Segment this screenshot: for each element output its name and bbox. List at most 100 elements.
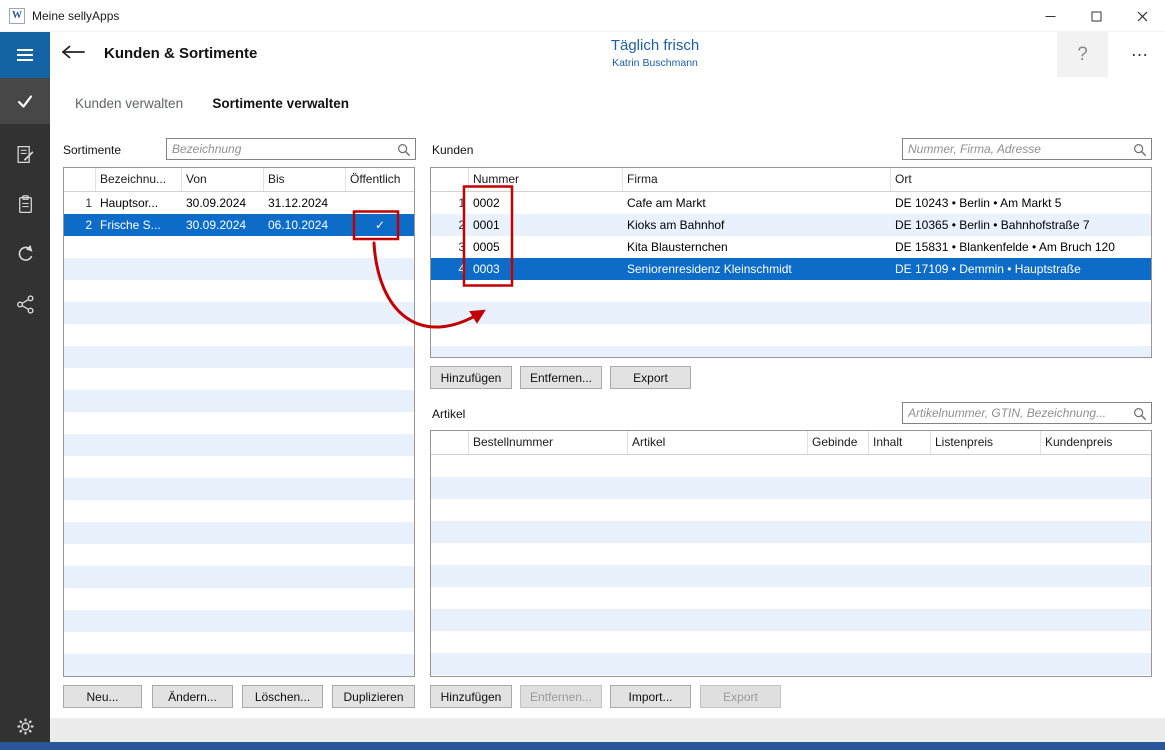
kunden-export-button[interactable]: Export — [610, 366, 691, 389]
maximize-icon — [1091, 11, 1102, 22]
artikel-hinzufuegen-button[interactable]: Hinzufügen — [430, 685, 512, 708]
artikel-table-body — [431, 455, 1151, 677]
tab-bar: Kunden verwalten Sortimente verwalten — [75, 96, 375, 111]
sortimente-table-header: Bezeichnu... Von Bis Öffentlich — [64, 168, 414, 192]
empty-row — [431, 324, 1151, 346]
cell-nummer: 0005 — [469, 236, 623, 258]
kunden-row[interactable]: 1 0002 Cafe am Markt DE 10243 • Berlin •… — [431, 192, 1151, 214]
column-header-gebinde[interactable]: Gebinde — [808, 431, 869, 454]
sortimente-row-selected[interactable]: 2 Frische S... 30.09.2024 06.10.2024 ✓ — [64, 214, 414, 236]
loeschen-button[interactable]: Löschen... — [242, 685, 323, 708]
column-header-inhalt[interactable]: Inhalt — [869, 431, 931, 454]
empty-row — [64, 676, 414, 677]
more-button[interactable]: … — [1122, 40, 1158, 64]
form-pen-icon — [15, 144, 36, 165]
bottom-accent-bar — [0, 742, 1165, 750]
cell-firma: Kioks am Bahnhof — [623, 214, 891, 236]
empty-row — [431, 346, 1151, 358]
sidebar-item-share[interactable] — [0, 282, 50, 326]
column-header-oeffentlich[interactable]: Öffentlich — [346, 168, 414, 191]
empty-row — [431, 565, 1151, 587]
sidebar-item-sync[interactable] — [0, 232, 50, 276]
kunden-hinzufuegen-button[interactable]: Hinzufügen — [430, 366, 512, 389]
page-title: Kunden & Sortimente — [104, 45, 257, 62]
empty-row — [431, 675, 1151, 677]
kunden-table-body: 1 0002 Cafe am Markt DE 10243 • Berlin •… — [431, 192, 1151, 358]
app-window: W Meine sellyApps — [0, 0, 1165, 750]
column-header-bestellnummer[interactable]: Bestellnummer — [469, 431, 628, 454]
back-button[interactable] — [60, 44, 90, 64]
magnifier-icon — [1133, 407, 1147, 421]
empty-row — [64, 302, 414, 324]
kunden-search-input[interactable] — [908, 140, 1130, 158]
empty-row — [431, 280, 1151, 302]
kunden-row-selected[interactable]: 4 0003 Seniorenresidenz Kleinschmidt DE … — [431, 258, 1151, 280]
column-header-ort[interactable]: Ort — [891, 168, 1151, 191]
tab-sortimente-verwalten[interactable]: Sortimente verwalten — [212, 96, 349, 111]
column-header-rownum — [64, 168, 96, 191]
aendern-button[interactable]: Ändern... — [152, 685, 233, 708]
column-header-artikel[interactable]: Artikel — [628, 431, 808, 454]
minimize-icon — [1045, 11, 1056, 22]
kunden-search-box — [902, 138, 1152, 160]
empty-row — [64, 610, 414, 632]
empty-row — [431, 653, 1151, 675]
help-button[interactable]: ? — [1057, 32, 1108, 77]
empty-row — [64, 500, 414, 522]
column-header-nummer[interactable]: Nummer — [469, 168, 623, 191]
sortimente-table: Bezeichnu... Von Bis Öffentlich 1 Haupts… — [63, 167, 415, 677]
column-header-von[interactable]: Von — [182, 168, 264, 191]
magnifier-icon — [397, 143, 411, 157]
hamburger-menu-button[interactable] — [0, 32, 50, 78]
neu-button[interactable]: Neu... — [63, 685, 142, 708]
tab-kunden-verwalten[interactable]: Kunden verwalten — [75, 96, 183, 111]
sidebar-item-listen[interactable] — [0, 182, 50, 226]
cell-firma: Cafe am Markt — [623, 192, 891, 214]
cell-rownum: 2 — [64, 214, 96, 236]
cell-bezeichnung: Hauptsor... — [96, 192, 182, 214]
column-header-kundenpreis[interactable]: Kundenpreis — [1041, 431, 1151, 454]
window-title: Meine sellyApps — [32, 9, 119, 23]
column-header-listenpreis[interactable]: Listenpreis — [931, 431, 1041, 454]
column-header-bis[interactable]: Bis — [264, 168, 346, 191]
minimize-button[interactable] — [1027, 0, 1073, 32]
account-info[interactable]: Täglich frisch Katrin Buschmann — [505, 37, 805, 69]
artikel-search-input[interactable] — [908, 404, 1130, 422]
empty-row — [431, 521, 1151, 543]
sortimente-section-label: Sortimente — [63, 143, 121, 157]
empty-row — [64, 280, 414, 302]
empty-row — [64, 456, 414, 478]
app-icon: W — [9, 8, 25, 24]
kunden-row[interactable]: 3 0005 Kita Blausternchen DE 15831 • Bla… — [431, 236, 1151, 258]
duplizieren-button[interactable]: Duplizieren — [332, 685, 415, 708]
maximize-button[interactable] — [1073, 0, 1119, 32]
close-button[interactable] — [1119, 0, 1165, 32]
artikel-search-box — [902, 402, 1152, 424]
account-title: Täglich frisch — [505, 37, 805, 54]
cell-ort: DE 15831 • Blankenfelde • Am Bruch 120 — [891, 236, 1151, 258]
column-header-bezeichnung[interactable]: Bezeichnu... — [96, 168, 182, 191]
kunden-row[interactable]: 2 0001 Kioks am Bahnhof DE 10365 • Berli… — [431, 214, 1151, 236]
sortimente-search-input[interactable] — [172, 140, 394, 158]
close-icon — [1137, 11, 1148, 22]
cell-von: 30.09.2024 — [182, 214, 264, 236]
sortimente-row[interactable]: 1 Hauptsor... 30.09.2024 31.12.2024 — [64, 192, 414, 214]
kunden-table: Nummer Firma Ort 1 0002 Cafe am Markt DE… — [430, 167, 1152, 358]
empty-row — [64, 390, 414, 412]
sortimente-table-body: 1 Hauptsor... 30.09.2024 31.12.2024 2 Fr… — [64, 192, 414, 677]
column-header-firma[interactable]: Firma — [623, 168, 891, 191]
empty-row — [431, 302, 1151, 324]
empty-row — [431, 499, 1151, 521]
sync-icon — [15, 244, 36, 265]
artikel-import-button[interactable]: Import... — [610, 685, 691, 708]
artikel-table-header: Bestellnummer Artikel Gebinde Inhalt Lis… — [431, 431, 1151, 455]
empty-row — [431, 587, 1151, 609]
kunden-section-label: Kunden — [432, 143, 473, 157]
kunden-entfernen-button[interactable]: Entfernen... — [520, 366, 602, 389]
cell-bezeichnung: Frische S... — [96, 214, 182, 236]
cell-rownum: 4 — [431, 258, 469, 280]
sidebar-item-sortimente[interactable] — [0, 132, 50, 176]
status-bar — [50, 718, 1165, 742]
empty-row — [431, 477, 1151, 499]
sidebar-item-tasks[interactable] — [0, 78, 50, 124]
